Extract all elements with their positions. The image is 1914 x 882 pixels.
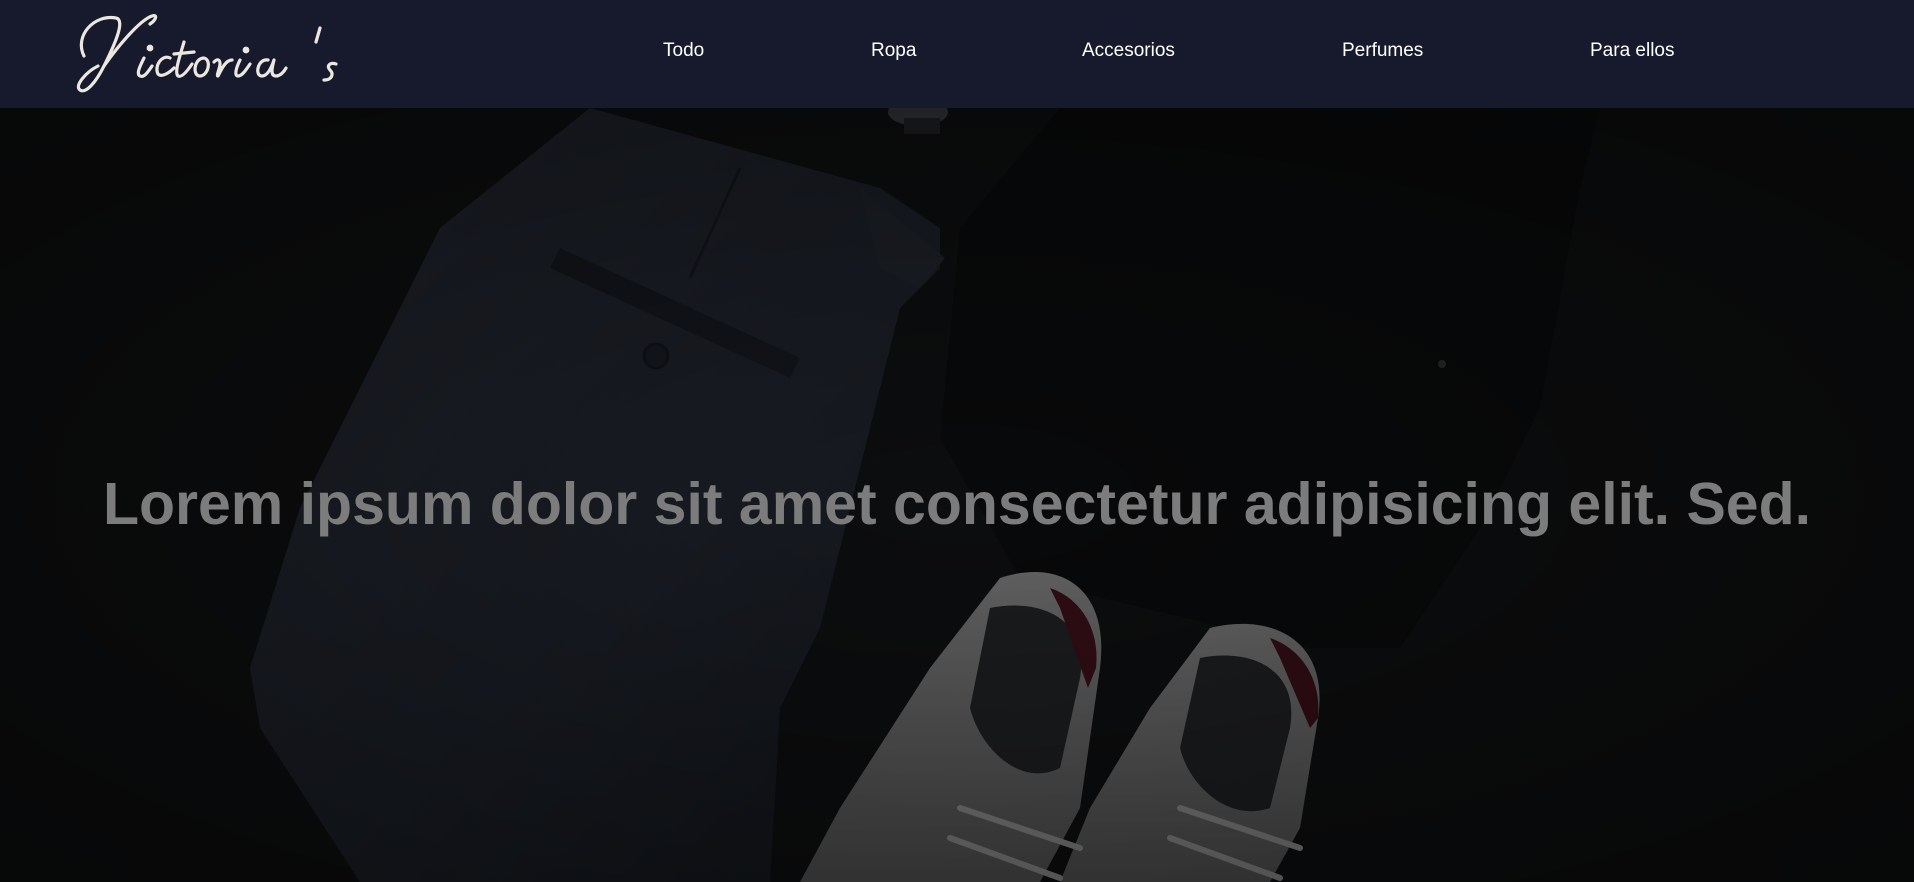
main-nav: Todo Ropa Accesorios Perfumes Para ellos [0, 0, 1914, 108]
nav-link-accesorios[interactable]: Accesorios [1082, 40, 1175, 62]
nav-link-para-ellos[interactable]: Para ellos [1590, 40, 1675, 62]
hero-heading: Lorem ipsum dolor sit amet consectetur a… [102, 471, 1812, 537]
navbar: Todo Ropa Accesorios Perfumes Para ellos [0, 0, 1914, 108]
nav-link-ropa[interactable]: Ropa [871, 40, 916, 62]
nav-link-perfumes[interactable]: Perfumes [1342, 40, 1423, 62]
hero-banner: Lorem ipsum dolor sit amet consectetur a… [0, 108, 1914, 882]
nav-link-todo[interactable]: Todo [663, 40, 704, 62]
